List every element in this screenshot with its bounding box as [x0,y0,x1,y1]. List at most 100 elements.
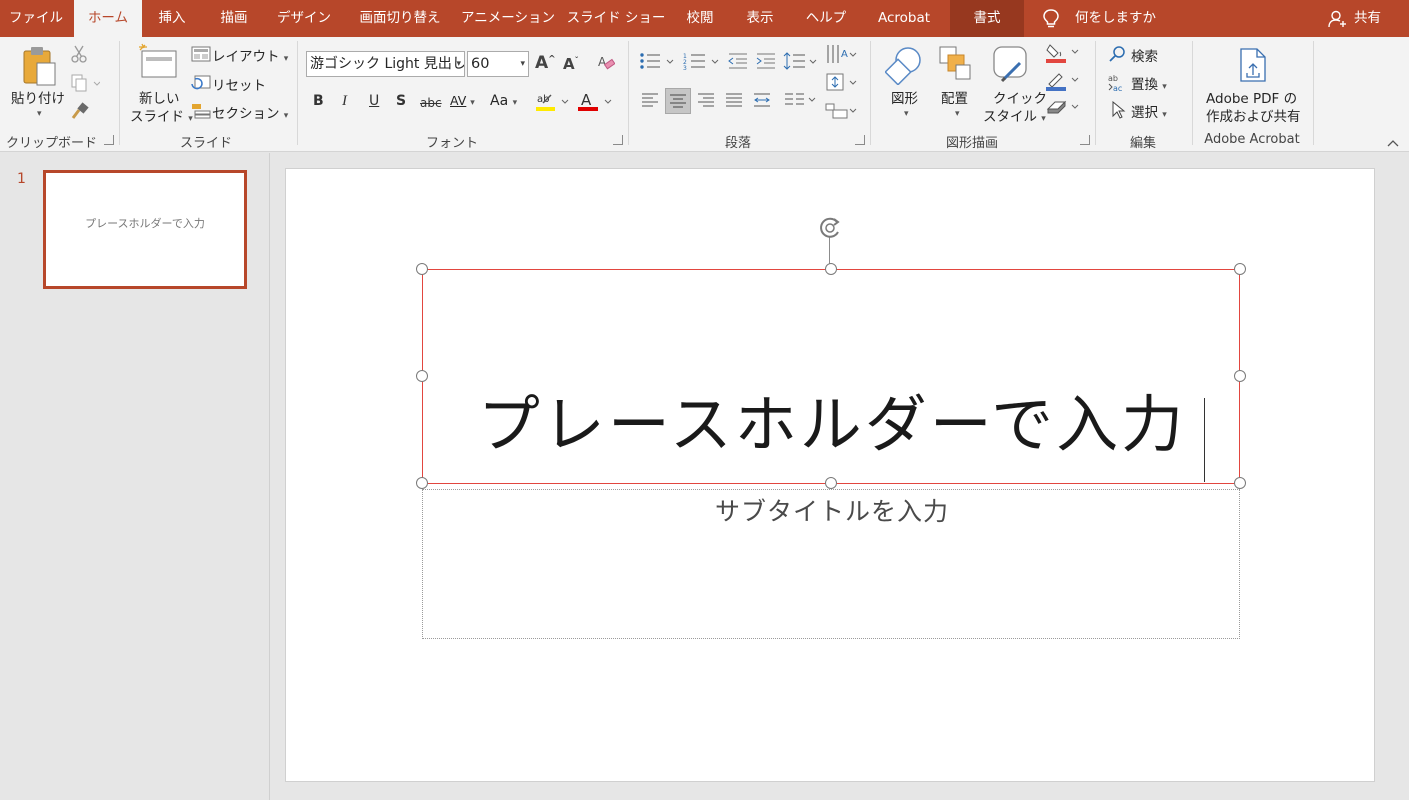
tab-draw[interactable]: 描画 [208,0,260,37]
font-color-button[interactable]: A [577,91,617,117]
section-icon-wrap[interactable] [191,103,211,123]
tab-view[interactable]: 表示 [734,0,786,37]
format-painter-button[interactable] [70,101,90,125]
justify-button[interactable] [724,90,744,114]
chevron-down-icon[interactable]: ▾ [520,52,525,76]
tab-format[interactable]: 書式 [950,0,1024,37]
title-placeholder[interactable]: プレースホルダーで入力 [422,269,1240,484]
select-icon-wrap[interactable] [1110,100,1128,123]
rotation-handle[interactable] [817,215,843,245]
quick-styles-button[interactable] [990,45,1030,89]
shape-fill-button[interactable] [1045,42,1081,68]
shapes-button[interactable] [884,45,925,89]
text-direction-button[interactable]: A [825,43,859,71]
increase-indent-button[interactable] [755,51,777,75]
section-button[interactable]: セクション ▾ [212,102,288,122]
resize-handle-top-right[interactable] [1234,263,1246,275]
highlight-button[interactable]: ab [535,91,571,117]
bullets-button[interactable] [638,51,678,75]
arrange-label[interactable]: 配置 [941,87,968,107]
bold-button[interactable]: B [313,93,324,109]
strikethrough-button[interactable]: abc [420,96,442,110]
tab-insert[interactable]: 挿入 [146,0,198,37]
reset-icon-wrap[interactable] [191,75,211,95]
create-pdf-button[interactable] [1237,47,1271,87]
collapse-ribbon-button[interactable] [1386,137,1400,152]
tab-review[interactable]: 校閲 [674,0,726,37]
reset-button[interactable]: リセット [212,74,266,94]
align-right-button[interactable] [696,90,716,114]
align-center-button[interactable] [665,88,691,114]
resize-handle-left[interactable] [416,370,428,382]
paragraph-dialog-launcher[interactable] [855,135,865,145]
resize-handle-top-left[interactable] [416,263,428,275]
numbering-button[interactable]: 123 [683,51,723,75]
smartart-button[interactable] [825,100,859,126]
shapes-caret[interactable]: ▾ [904,109,909,119]
shapes-label[interactable]: 図形 [891,87,918,107]
line-spacing-button[interactable] [783,51,819,75]
create-pdf-label-2[interactable]: 作成および共有 [1206,105,1301,125]
text-shadow-button[interactable]: S [396,93,406,109]
tab-home[interactable]: ホーム [74,0,142,37]
drawing-dialog-launcher[interactable] [1080,135,1090,145]
new-slide-label-2[interactable]: スライド ▾ [130,105,193,125]
shape-effects-button[interactable] [1045,97,1081,123]
decrease-indent-button[interactable] [727,51,749,75]
clear-formatting-button[interactable]: A [597,54,616,76]
slide-canvas[interactable]: プレースホルダーで入力 サブタイトルを入力 [285,168,1375,782]
align-text-button[interactable] [825,72,859,98]
resize-handle-bottom-left[interactable] [416,477,428,489]
tab-help[interactable]: ヘルプ [794,0,858,37]
replace-icon-wrap[interactable]: ab ac [1108,73,1128,97]
clipboard-dialog-launcher[interactable] [104,135,114,145]
tab-transitions[interactable]: 画面切り替え [348,0,452,37]
paste-dropdown-caret[interactable]: ▾ [37,109,42,119]
select-button[interactable]: 選択 ▾ [1131,101,1167,121]
columns-button[interactable] [783,90,819,114]
replace-button[interactable]: 置換 ▾ [1131,73,1167,93]
increase-font-size-button[interactable]: A^ [535,53,556,73]
arrange-button[interactable] [938,45,974,89]
tab-file[interactable]: ファイル [0,0,72,37]
find-icon-wrap[interactable] [1109,45,1127,67]
layout-icon-wrap[interactable] [191,46,211,66]
distributed-button[interactable] [752,90,772,114]
quick-styles-label-2[interactable]: スタイル ▾ [983,105,1046,125]
character-spacing-button[interactable]: AV ▾ [450,93,475,108]
slide-thumbnail[interactable]: プレースホルダーで入力 [43,170,247,289]
paste-label[interactable]: 貼り付け [11,87,65,107]
layout-button[interactable]: レイアウト ▾ [212,45,288,65]
find-button[interactable]: 検索 [1131,45,1158,65]
change-case-button[interactable]: Aa ▾ [490,93,517,109]
subtitle-placeholder[interactable]: サブタイトルを入力 [422,489,1240,639]
tab-acrobat[interactable]: Acrobat [864,0,944,37]
shape-outline-button[interactable] [1045,70,1081,96]
new-slide-button[interactable] [138,43,178,83]
decrease-font-size-button[interactable]: Aˇ [563,55,579,73]
align-left-button[interactable] [640,90,660,114]
tab-animations[interactable]: アニメーション [458,0,558,37]
font-dialog-launcher[interactable] [613,135,623,145]
create-pdf-label-1[interactable]: Adobe PDF の [1206,87,1297,107]
group-separator [1095,41,1096,145]
tab-design[interactable]: デザイン [268,0,340,37]
font-name-combobox[interactable]: 游ゴシック Light 見出し ▾ [306,51,465,77]
font-size-combobox[interactable]: 60 ▾ [467,51,529,77]
arrange-caret[interactable]: ▾ [955,109,960,119]
tab-slideshow[interactable]: スライド ショー [564,0,668,37]
paste-button[interactable] [22,45,58,91]
new-slide-label-1[interactable]: 新しい [139,87,180,107]
resize-handle-bottom[interactable] [825,477,837,489]
resize-handle-right[interactable] [1234,370,1246,382]
resize-handle-top[interactable] [825,263,837,275]
resize-handle-bottom-right[interactable] [1234,477,1246,489]
underline-button[interactable]: U [369,93,379,109]
subtitle-placeholder-text[interactable]: サブタイトルを入力 [423,492,1241,528]
cut-button[interactable] [70,45,88,67]
slide-title-text[interactable]: プレースホルダーで入力 [423,388,1241,462]
chevron-down-icon[interactable]: ▾ [456,52,461,76]
copy-button[interactable] [70,74,101,96]
quick-styles-label-1[interactable]: クイック [993,87,1047,107]
italic-button[interactable]: I [342,93,347,110]
